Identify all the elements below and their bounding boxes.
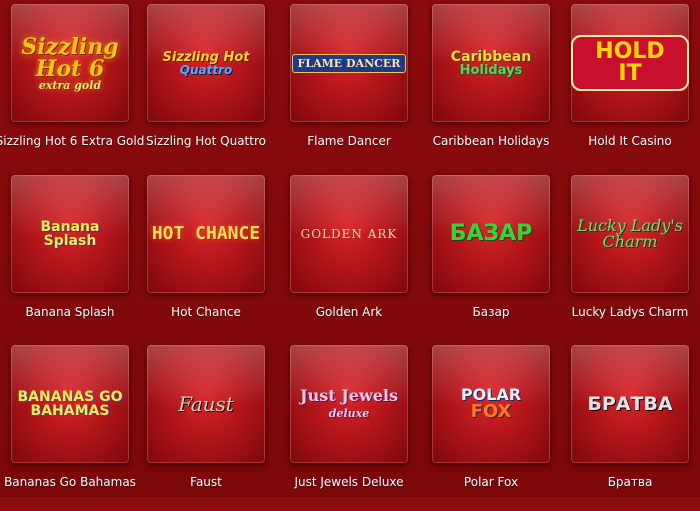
- games-grid: Sizzling Hot 6 extra gold Sizzling Hot 6…: [0, 0, 700, 497]
- game-title[interactable]: Polar Fox: [464, 475, 518, 489]
- game-thumbnail-hold-it-casino[interactable]: HOLD IT: [571, 4, 689, 122]
- game-tile[interactable]: БРАТВА Братва: [560, 341, 700, 511]
- game-logo: Sizzling Hot Quattro: [162, 49, 250, 77]
- game-logo: POLAR FOX: [460, 385, 522, 422]
- game-thumbnail-bazar[interactable]: БАЗАР: [432, 175, 550, 293]
- game-logo: HOLD IT: [571, 35, 689, 91]
- game-title[interactable]: Caribbean Holidays: [433, 134, 550, 148]
- game-tile[interactable]: Caribbean Holidays Caribbean Holidays: [421, 0, 561, 170]
- game-title[interactable]: Flame Dancer: [307, 134, 391, 148]
- game-title[interactable]: Banana Splash: [25, 305, 114, 319]
- game-tile[interactable]: Sizzling Hot 6 extra gold Sizzling Hot 6…: [0, 0, 144, 170]
- game-thumbnail-faust[interactable]: Faust: [147, 345, 265, 463]
- game-tile[interactable]: HOT CHANCE Hot Chance: [136, 171, 276, 341]
- game-title[interactable]: Братва: [608, 475, 653, 489]
- game-title[interactable]: Faust: [190, 475, 222, 489]
- game-logo: БАЗАР: [449, 221, 533, 246]
- game-logo: Just Jewels deluxe: [300, 386, 398, 420]
- game-thumbnail-lucky-ladys-charm[interactable]: Lucky Lady's Charm: [571, 175, 689, 293]
- game-thumbnail-bratva[interactable]: БРАТВА: [571, 345, 689, 463]
- game-thumbnail-polar-fox[interactable]: POLAR FOX: [432, 345, 550, 463]
- game-logo: Sizzling Hot 6 extra gold: [21, 33, 119, 92]
- game-thumbnail-just-jewels-deluxe[interactable]: Just Jewels deluxe: [290, 345, 408, 463]
- game-tile[interactable]: Faust Faust: [136, 341, 276, 511]
- game-tile[interactable]: GOLDEN ARK Golden Ark: [279, 171, 419, 341]
- game-title[interactable]: Hold It Casino: [588, 134, 671, 148]
- game-logo: FLAME DANCER: [291, 53, 407, 73]
- game-tile[interactable]: FLAME DANCER Flame Dancer: [279, 0, 419, 170]
- game-thumbnail-caribbean-holidays[interactable]: Caribbean Holidays: [432, 4, 550, 122]
- game-logo: BANANAS GO BAHAMAS: [17, 389, 123, 419]
- game-logo: БРАТВА: [587, 392, 673, 415]
- game-thumbnail-bananas-go-bahamas[interactable]: BANANAS GO BAHAMAS: [11, 345, 129, 463]
- game-thumbnail-sizzling-hot-6[interactable]: Sizzling Hot 6 extra gold: [11, 4, 129, 122]
- game-thumbnail-golden-ark[interactable]: GOLDEN ARK: [290, 175, 408, 293]
- game-thumbnail-banana-splash[interactable]: Banana Splash: [11, 175, 129, 293]
- game-title[interactable]: Just Jewels Deluxe: [294, 475, 403, 489]
- game-tile[interactable]: Just Jewels deluxe Just Jewels Deluxe: [279, 341, 419, 511]
- game-thumbnail-flame-dancer[interactable]: FLAME DANCER: [290, 4, 408, 122]
- game-tile[interactable]: BANANAS GO BAHAMAS Bananas Go Bahamas: [0, 341, 140, 511]
- game-title[interactable]: Базар: [473, 305, 510, 319]
- game-title[interactable]: Lucky Ladys Charm: [572, 305, 689, 319]
- game-logo: GOLDEN ARK: [300, 227, 398, 241]
- game-logo: HOT CHANCE: [151, 223, 261, 244]
- game-tile[interactable]: Lucky Lady's Charm Lucky Ladys Charm: [560, 171, 700, 341]
- game-tile[interactable]: Banana Splash Banana Splash: [0, 171, 140, 341]
- game-logo: Faust: [178, 392, 234, 416]
- game-title[interactable]: Sizzling Hot Quattro: [146, 134, 266, 148]
- game-logo: Banana Splash: [40, 219, 100, 249]
- game-logo: Lucky Lady's Charm: [577, 216, 683, 251]
- game-thumbnail-sizzling-hot-quattro[interactable]: Sizzling Hot Quattro: [147, 4, 265, 122]
- game-title[interactable]: Sizzling Hot 6 Extra Gold: [0, 134, 144, 148]
- game-logo: Caribbean Holidays: [450, 48, 532, 78]
- game-title[interactable]: Golden Ark: [316, 305, 383, 319]
- game-tile[interactable]: HOLD IT Hold It Casino: [560, 0, 700, 170]
- game-tile[interactable]: Sizzling Hot Quattro Sizzling Hot Quattr…: [136, 0, 276, 170]
- game-title[interactable]: Hot Chance: [171, 305, 241, 319]
- game-title[interactable]: Bananas Go Bahamas: [4, 475, 136, 489]
- game-tile[interactable]: БАЗАР Базар: [421, 171, 561, 341]
- game-thumbnail-hot-chance[interactable]: HOT CHANCE: [147, 175, 265, 293]
- game-tile[interactable]: POLAR FOX Polar Fox: [421, 341, 561, 511]
